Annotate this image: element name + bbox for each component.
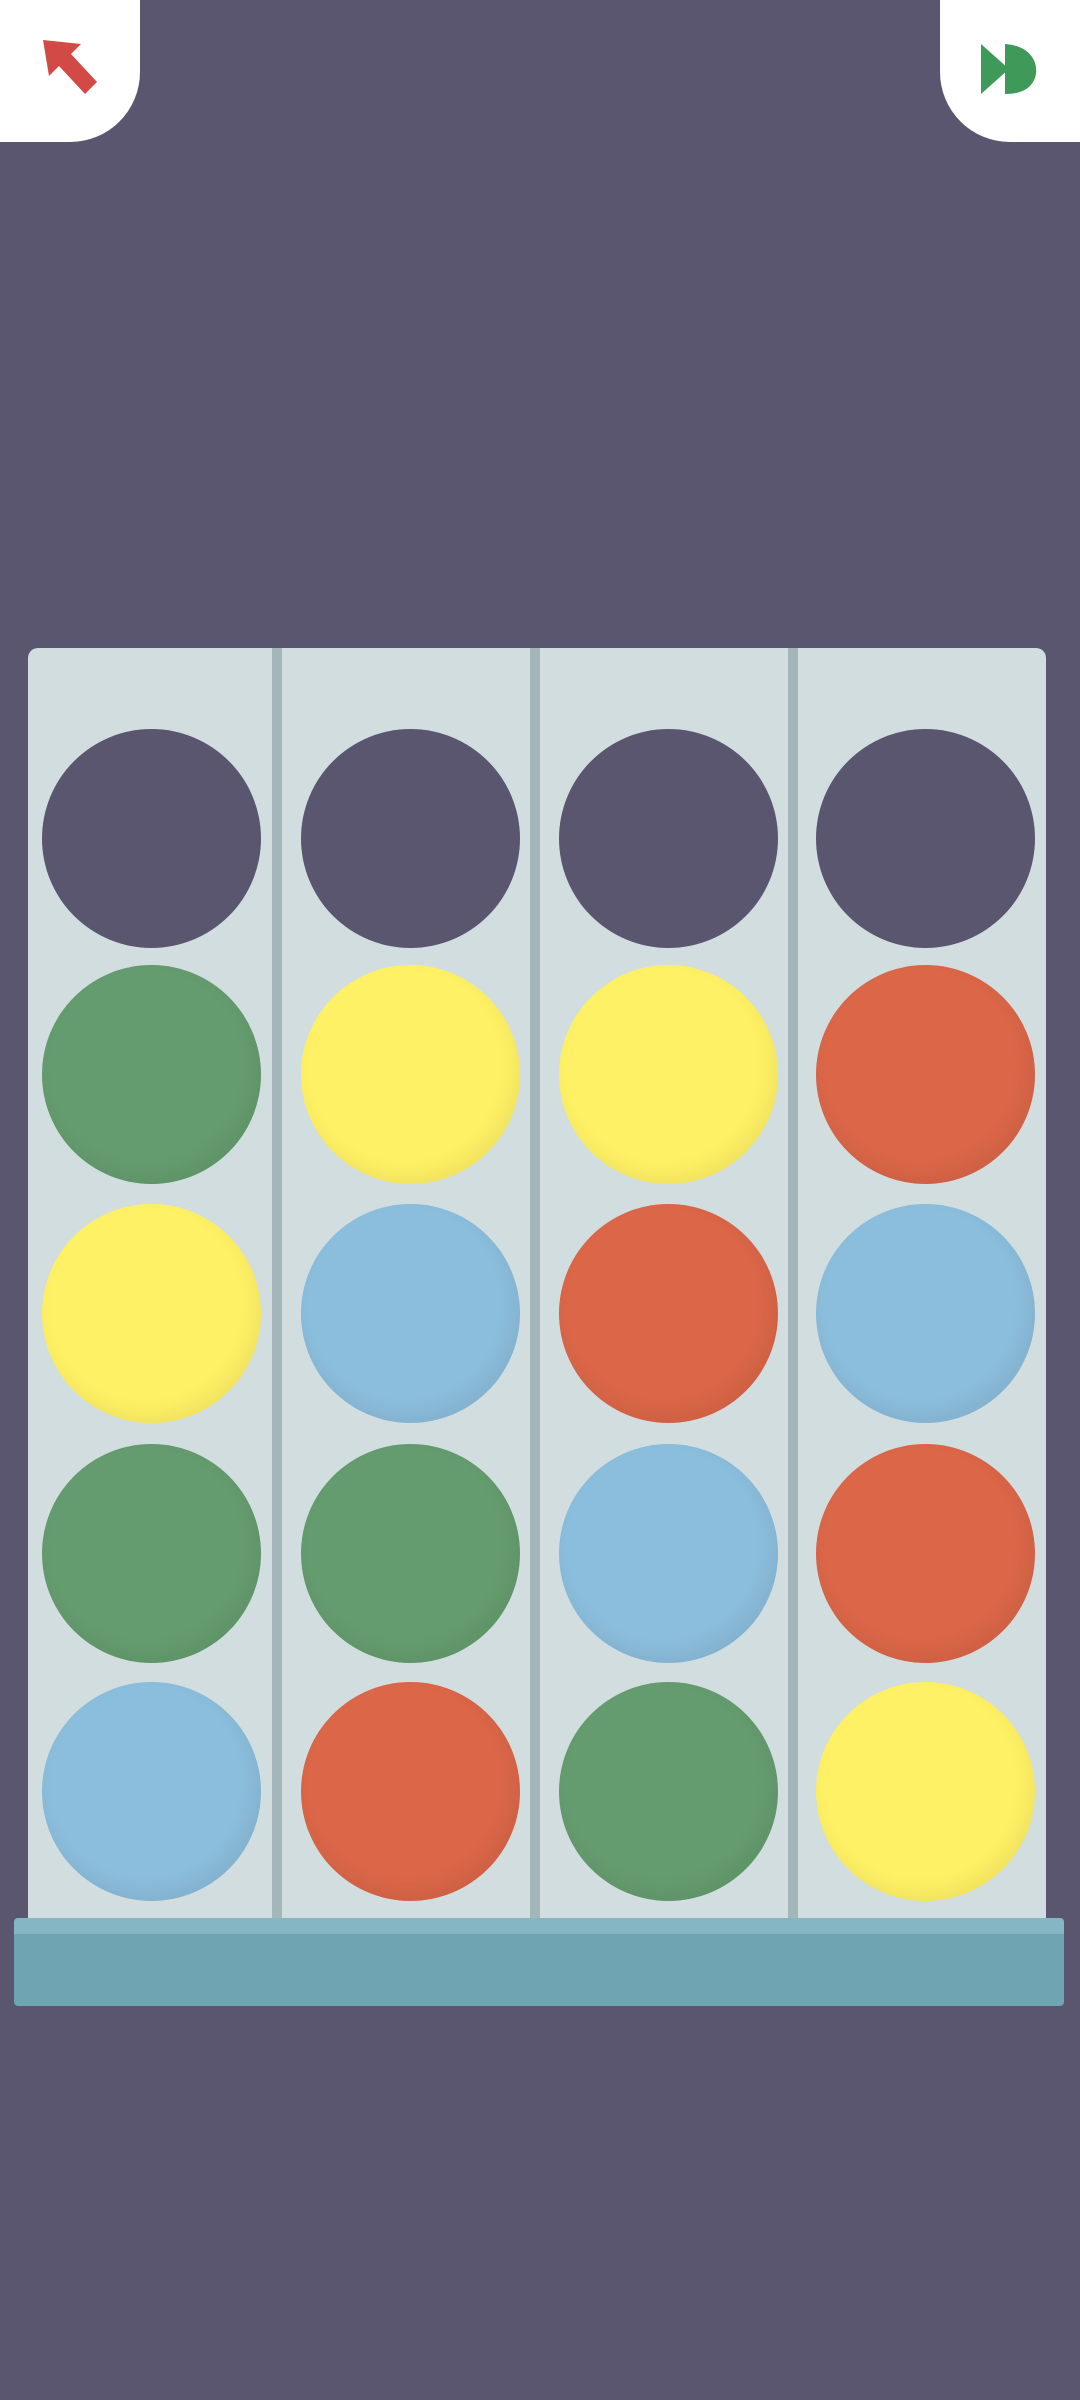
skip-button[interactable] — [940, 0, 1080, 142]
red-ball[interactable] — [815, 964, 1035, 1184]
fast-forward-icon — [975, 34, 1045, 109]
rack-base — [14, 1918, 1064, 2006]
empty-slot[interactable] — [41, 728, 261, 948]
red-ball[interactable] — [300, 1681, 520, 1901]
yellow-ball[interactable] — [300, 964, 520, 1184]
tube-divider — [272, 648, 282, 1920]
empty-slot[interactable] — [815, 728, 1035, 948]
blue-ball[interactable] — [815, 1203, 1035, 1423]
back-arrow-icon — [35, 34, 105, 109]
blue-ball[interactable] — [558, 1443, 778, 1663]
blue-ball[interactable] — [300, 1203, 520, 1423]
blue-ball[interactable] — [41, 1681, 261, 1901]
rack-base-lip — [14, 1918, 1064, 1934]
green-ball[interactable] — [41, 964, 261, 1184]
tube-divider — [530, 648, 540, 1920]
green-ball[interactable] — [558, 1681, 778, 1901]
red-ball[interactable] — [815, 1443, 1035, 1663]
yellow-ball[interactable] — [41, 1203, 261, 1423]
yellow-ball[interactable] — [558, 964, 778, 1184]
green-ball[interactable] — [300, 1443, 520, 1663]
tube-divider — [788, 648, 798, 1920]
empty-slot[interactable] — [300, 728, 520, 948]
back-button[interactable] — [0, 0, 140, 142]
red-ball[interactable] — [558, 1203, 778, 1423]
green-ball[interactable] — [41, 1443, 261, 1663]
yellow-ball[interactable] — [815, 1681, 1035, 1901]
empty-slot[interactable] — [558, 728, 778, 948]
